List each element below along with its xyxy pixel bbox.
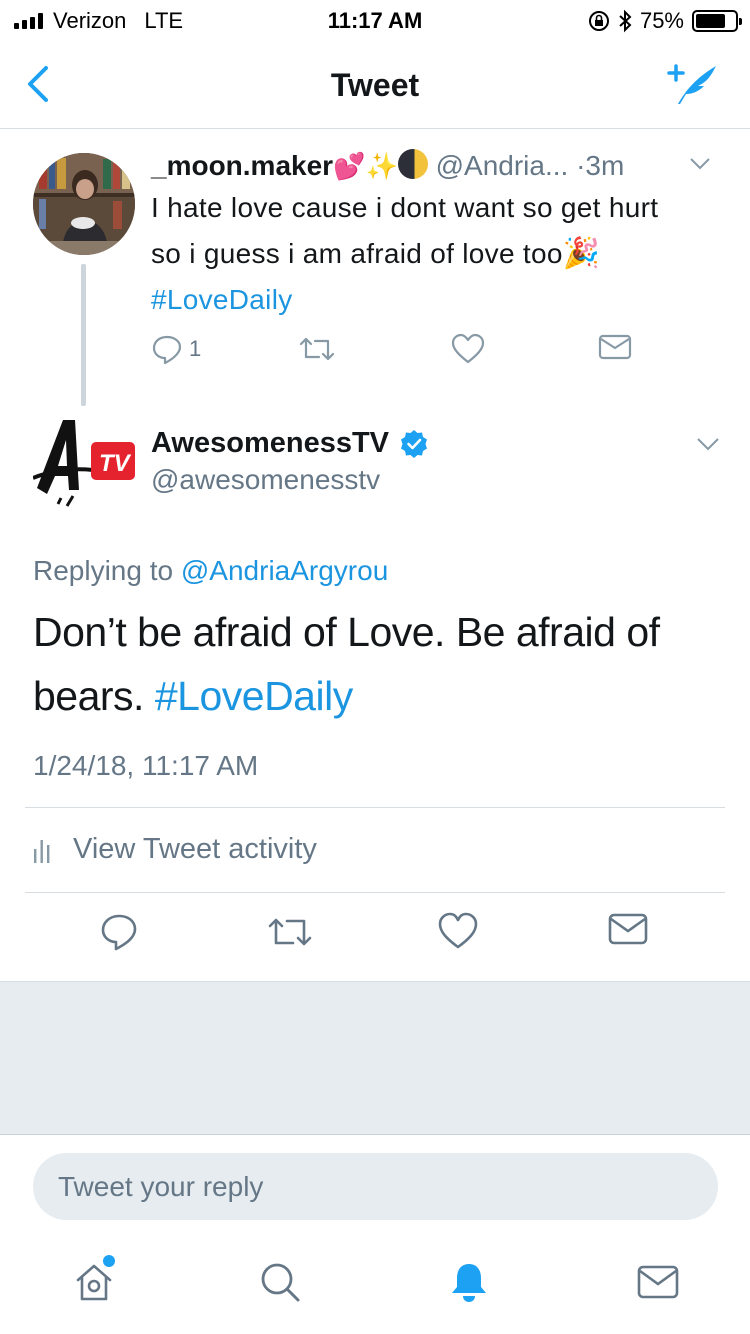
main-display-name[interactable]: AwesomenessTV — [151, 427, 389, 460]
parent-tweet-header: _moon.maker💕✨ @Andria... ·3m — [151, 149, 731, 185]
bluetooth-icon — [619, 9, 632, 33]
view-tweet-activity-button[interactable]: View Tweet activity — [33, 833, 317, 866]
main-tweet-actions — [0, 912, 750, 962]
empty-replies-area — [0, 981, 750, 1135]
new-content-indicator — [103, 1255, 115, 1267]
sparkles-emoji: ✨ — [365, 151, 398, 181]
notifications-icon[interactable] — [447, 1260, 491, 1304]
analytics-icon — [34, 839, 50, 863]
chevron-down-icon[interactable] — [696, 437, 720, 451]
parent-tweet-avatar[interactable] — [33, 153, 135, 255]
main-handle[interactable]: @awesomenesstv — [151, 464, 380, 496]
party-popper-emoji: 🎉 — [562, 237, 601, 270]
activity-label: View Tweet activity — [73, 833, 317, 865]
retweet-button[interactable] — [299, 333, 335, 365]
reply-icon — [152, 335, 182, 365]
thread-connector-line — [81, 264, 86, 406]
tweet-timestamp: 1/24/18, 11:17 AM — [33, 750, 259, 781]
reply-count: 1 — [189, 336, 202, 361]
envelope-icon — [598, 334, 632, 360]
envelope-icon[interactable] — [608, 912, 648, 946]
replying-to-line: Replying to @AndriaArgyrou — [33, 555, 388, 587]
battery-fill — [696, 14, 725, 28]
search-icon[interactable] — [258, 1260, 302, 1304]
replying-prefix: Replying to — [33, 555, 174, 586]
moon-emoji — [397, 149, 428, 179]
parent-text-line2: so i guess i am afraid of love too — [151, 238, 563, 269]
main-tweet-author[interactable]: AwesomenessTV — [151, 427, 429, 460]
share-dm-button[interactable] — [598, 333, 632, 361]
awesomenesstv-avatar[interactable]: TV — [32, 416, 137, 508]
battery-percent: 75% — [639, 8, 684, 33]
reply-button[interactable]: 1 — [151, 333, 201, 365]
heart-icon — [451, 333, 485, 364]
rotation-lock-icon — [588, 11, 609, 31]
parent-tweet-actions: 1 — [151, 333, 651, 369]
main-hashtag-link[interactable]: #LoveDaily — [155, 673, 353, 719]
svg-text:TV: TV — [99, 450, 132, 477]
heart-icon[interactable] — [438, 912, 478, 950]
compose-tweet-icon[interactable] — [666, 60, 722, 108]
chevron-down-icon[interactable] — [689, 157, 711, 171]
verified-badge-icon — [401, 429, 428, 458]
replying-to-mention[interactable]: @AndriaArgyrou — [181, 555, 388, 586]
parent-display-name[interactable]: _moon.maker — [151, 150, 333, 181]
battery-icon — [692, 10, 742, 32]
parent-text-line1: I hate love cause i dont want so get hur… — [151, 192, 659, 223]
divider — [25, 807, 725, 808]
divider — [25, 892, 725, 893]
reply-input[interactable]: Tweet your reply — [33, 1153, 718, 1220]
navigation-bar: Tweet — [0, 40, 750, 129]
like-button[interactable] — [451, 333, 485, 365]
parent-tweet-time: 3m — [585, 150, 625, 181]
retweet-icon — [299, 337, 335, 361]
reply-icon[interactable] — [100, 912, 138, 952]
retweet-icon[interactable] — [267, 912, 313, 952]
tab-bar — [0, 1240, 750, 1334]
status-bar: Verizon LTE 11:17 AM 75% — [0, 0, 750, 40]
page-title: Tweet — [330, 67, 420, 103]
parent-handle[interactable]: @Andria... — [436, 150, 569, 181]
messages-icon[interactable] — [636, 1260, 680, 1304]
parent-hashtag-link[interactable]: #LoveDaily — [151, 277, 731, 323]
heart-emoji: 💕 — [333, 151, 366, 181]
parent-tweet-text: I hate love cause i dont want so get hur… — [151, 185, 731, 323]
main-tweet-text: Don’t be afraid of Love. Be afraid of be… — [33, 600, 723, 728]
